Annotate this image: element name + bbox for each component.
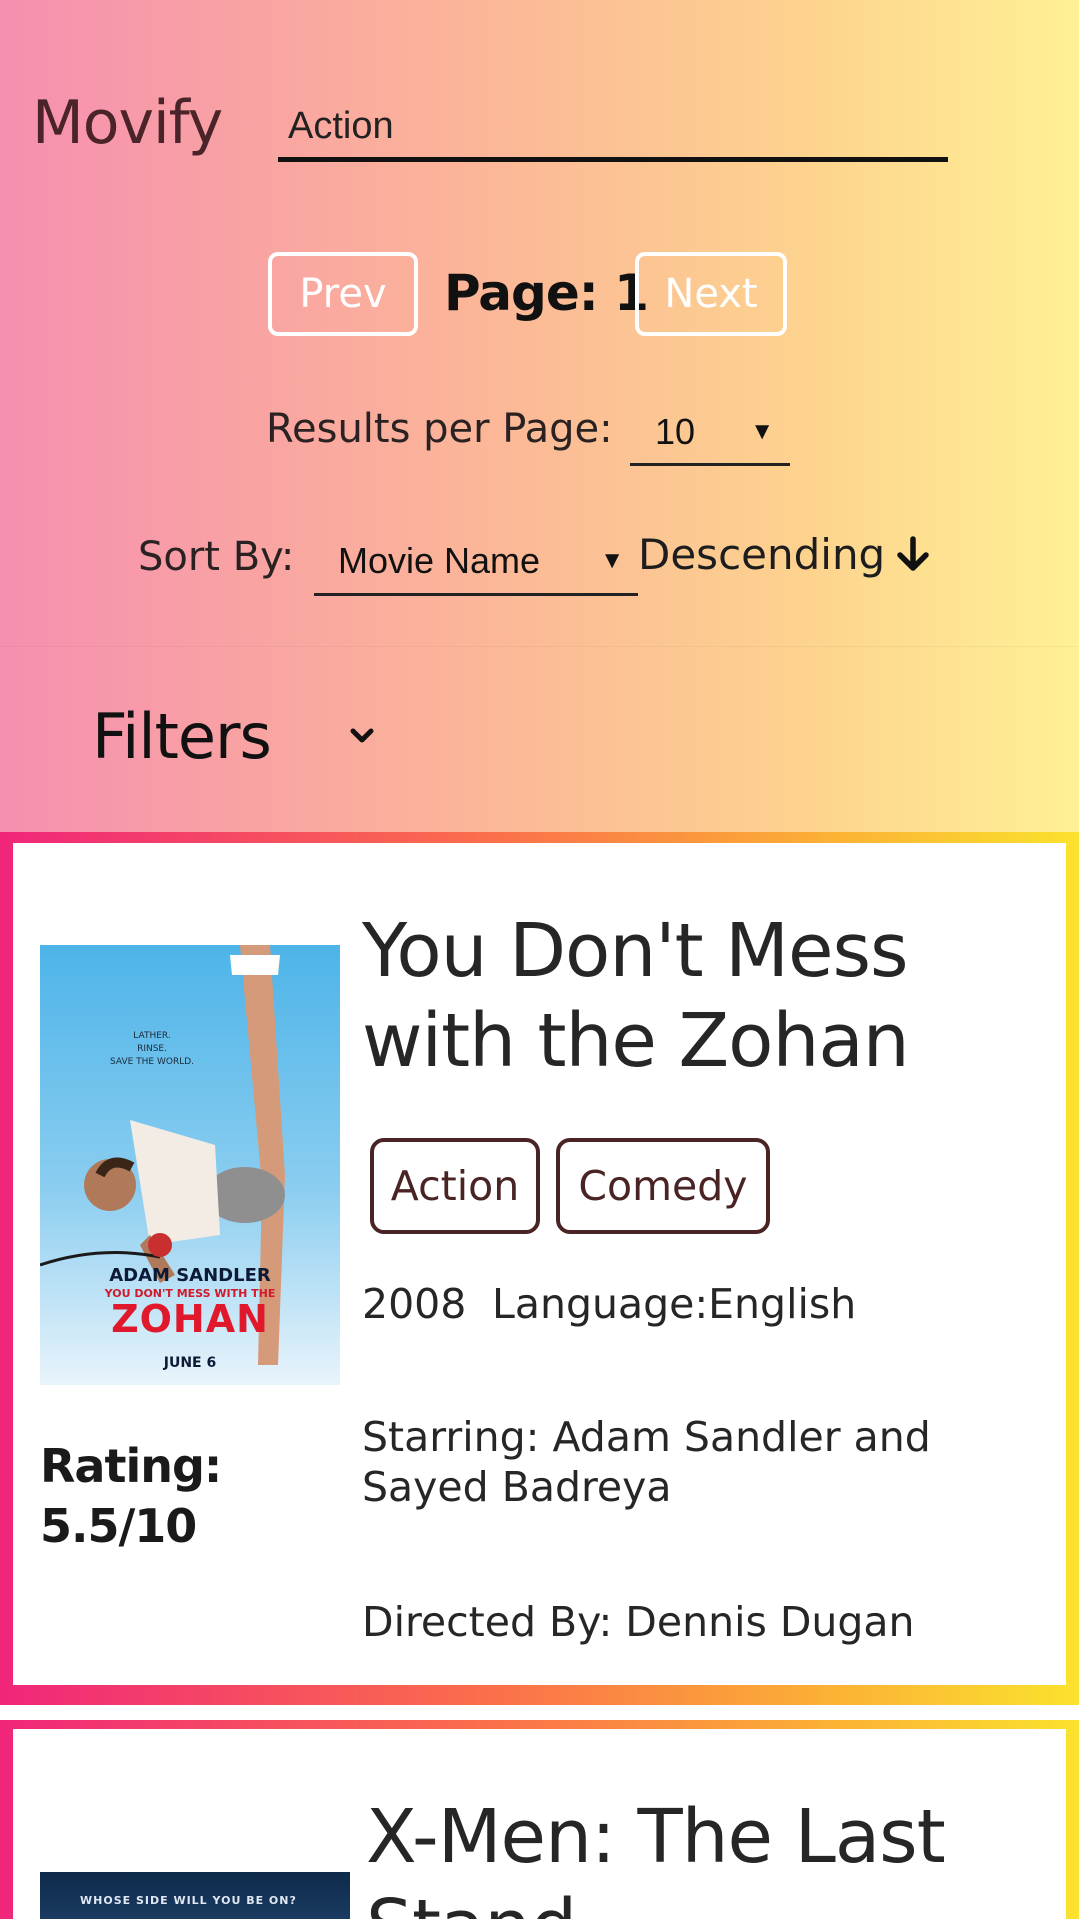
- sort-direction-toggle[interactable]: Descending: [638, 530, 933, 579]
- rating-value: 5.5/10: [40, 1499, 197, 1553]
- poster-tagline: LATHER. RINSE. SAVE THE WORLD.: [110, 1031, 195, 1067]
- poster-title: ZOHAN: [111, 1297, 269, 1341]
- movie-poster: WHOSE SIDE WILL YOU BE ON?: [40, 1872, 350, 1919]
- header-panel: Movify Action Prev Page: 1 Next Results …: [0, 0, 1079, 832]
- poster-actor: ADAM SANDLER: [109, 1265, 271, 1286]
- sort-by-select[interactable]: Movie Name ▼: [314, 528, 638, 596]
- genre-chip[interactable]: Action: [370, 1138, 540, 1234]
- movie-poster: LATHER. RINSE. SAVE THE WORLD. ADAM SAND…: [40, 945, 340, 1385]
- rating-label: Rating:: [40, 1439, 222, 1493]
- caret-down-icon: ▼: [600, 546, 624, 574]
- results-per-page-value: 10: [655, 410, 696, 452]
- sort-direction-label: Descending: [638, 530, 886, 579]
- arrow-down-icon: [897, 535, 929, 571]
- movie-title[interactable]: You Don't Mess with the Zohan: [362, 906, 1042, 1086]
- pagination: Prev Page: 1 Next: [0, 252, 1079, 338]
- movie-language: Language:English: [492, 1280, 857, 1328]
- search-input[interactable]: Action: [278, 96, 948, 162]
- chevron-down-icon[interactable]: [344, 718, 380, 754]
- filters-heading[interactable]: Filters: [92, 700, 272, 773]
- results-per-page-label: Results per Page:: [266, 406, 613, 452]
- page-indicator: Page: 1: [444, 264, 649, 322]
- sort-by-label: Sort By:: [138, 534, 295, 580]
- poster-tagline: WHOSE SIDE WILL YOU BE ON?: [80, 1894, 297, 1907]
- movie-title[interactable]: X-Men: The Last Stand: [366, 1792, 1046, 1919]
- movie-director: Directed By: Dennis Dugan: [362, 1598, 915, 1646]
- results-per-page-select[interactable]: 10 ▼: [630, 400, 790, 466]
- poster-date: JUNE 6: [163, 1355, 217, 1371]
- caret-down-icon: ▼: [750, 417, 774, 445]
- movie-starring: Starring: Adam Sandler and Sayed Badreya: [362, 1413, 931, 1511]
- app-logo[interactable]: Movify: [32, 88, 223, 158]
- next-page-button[interactable]: Next: [635, 252, 787, 336]
- prev-page-button[interactable]: Prev: [268, 252, 418, 336]
- sort-by-value: Movie Name: [338, 539, 541, 581]
- divider: [0, 646, 1079, 647]
- movie-rating: Rating: 5.5/10: [40, 1436, 222, 1556]
- genre-chip[interactable]: Comedy: [556, 1138, 770, 1234]
- movie-year: 2008: [362, 1280, 467, 1328]
